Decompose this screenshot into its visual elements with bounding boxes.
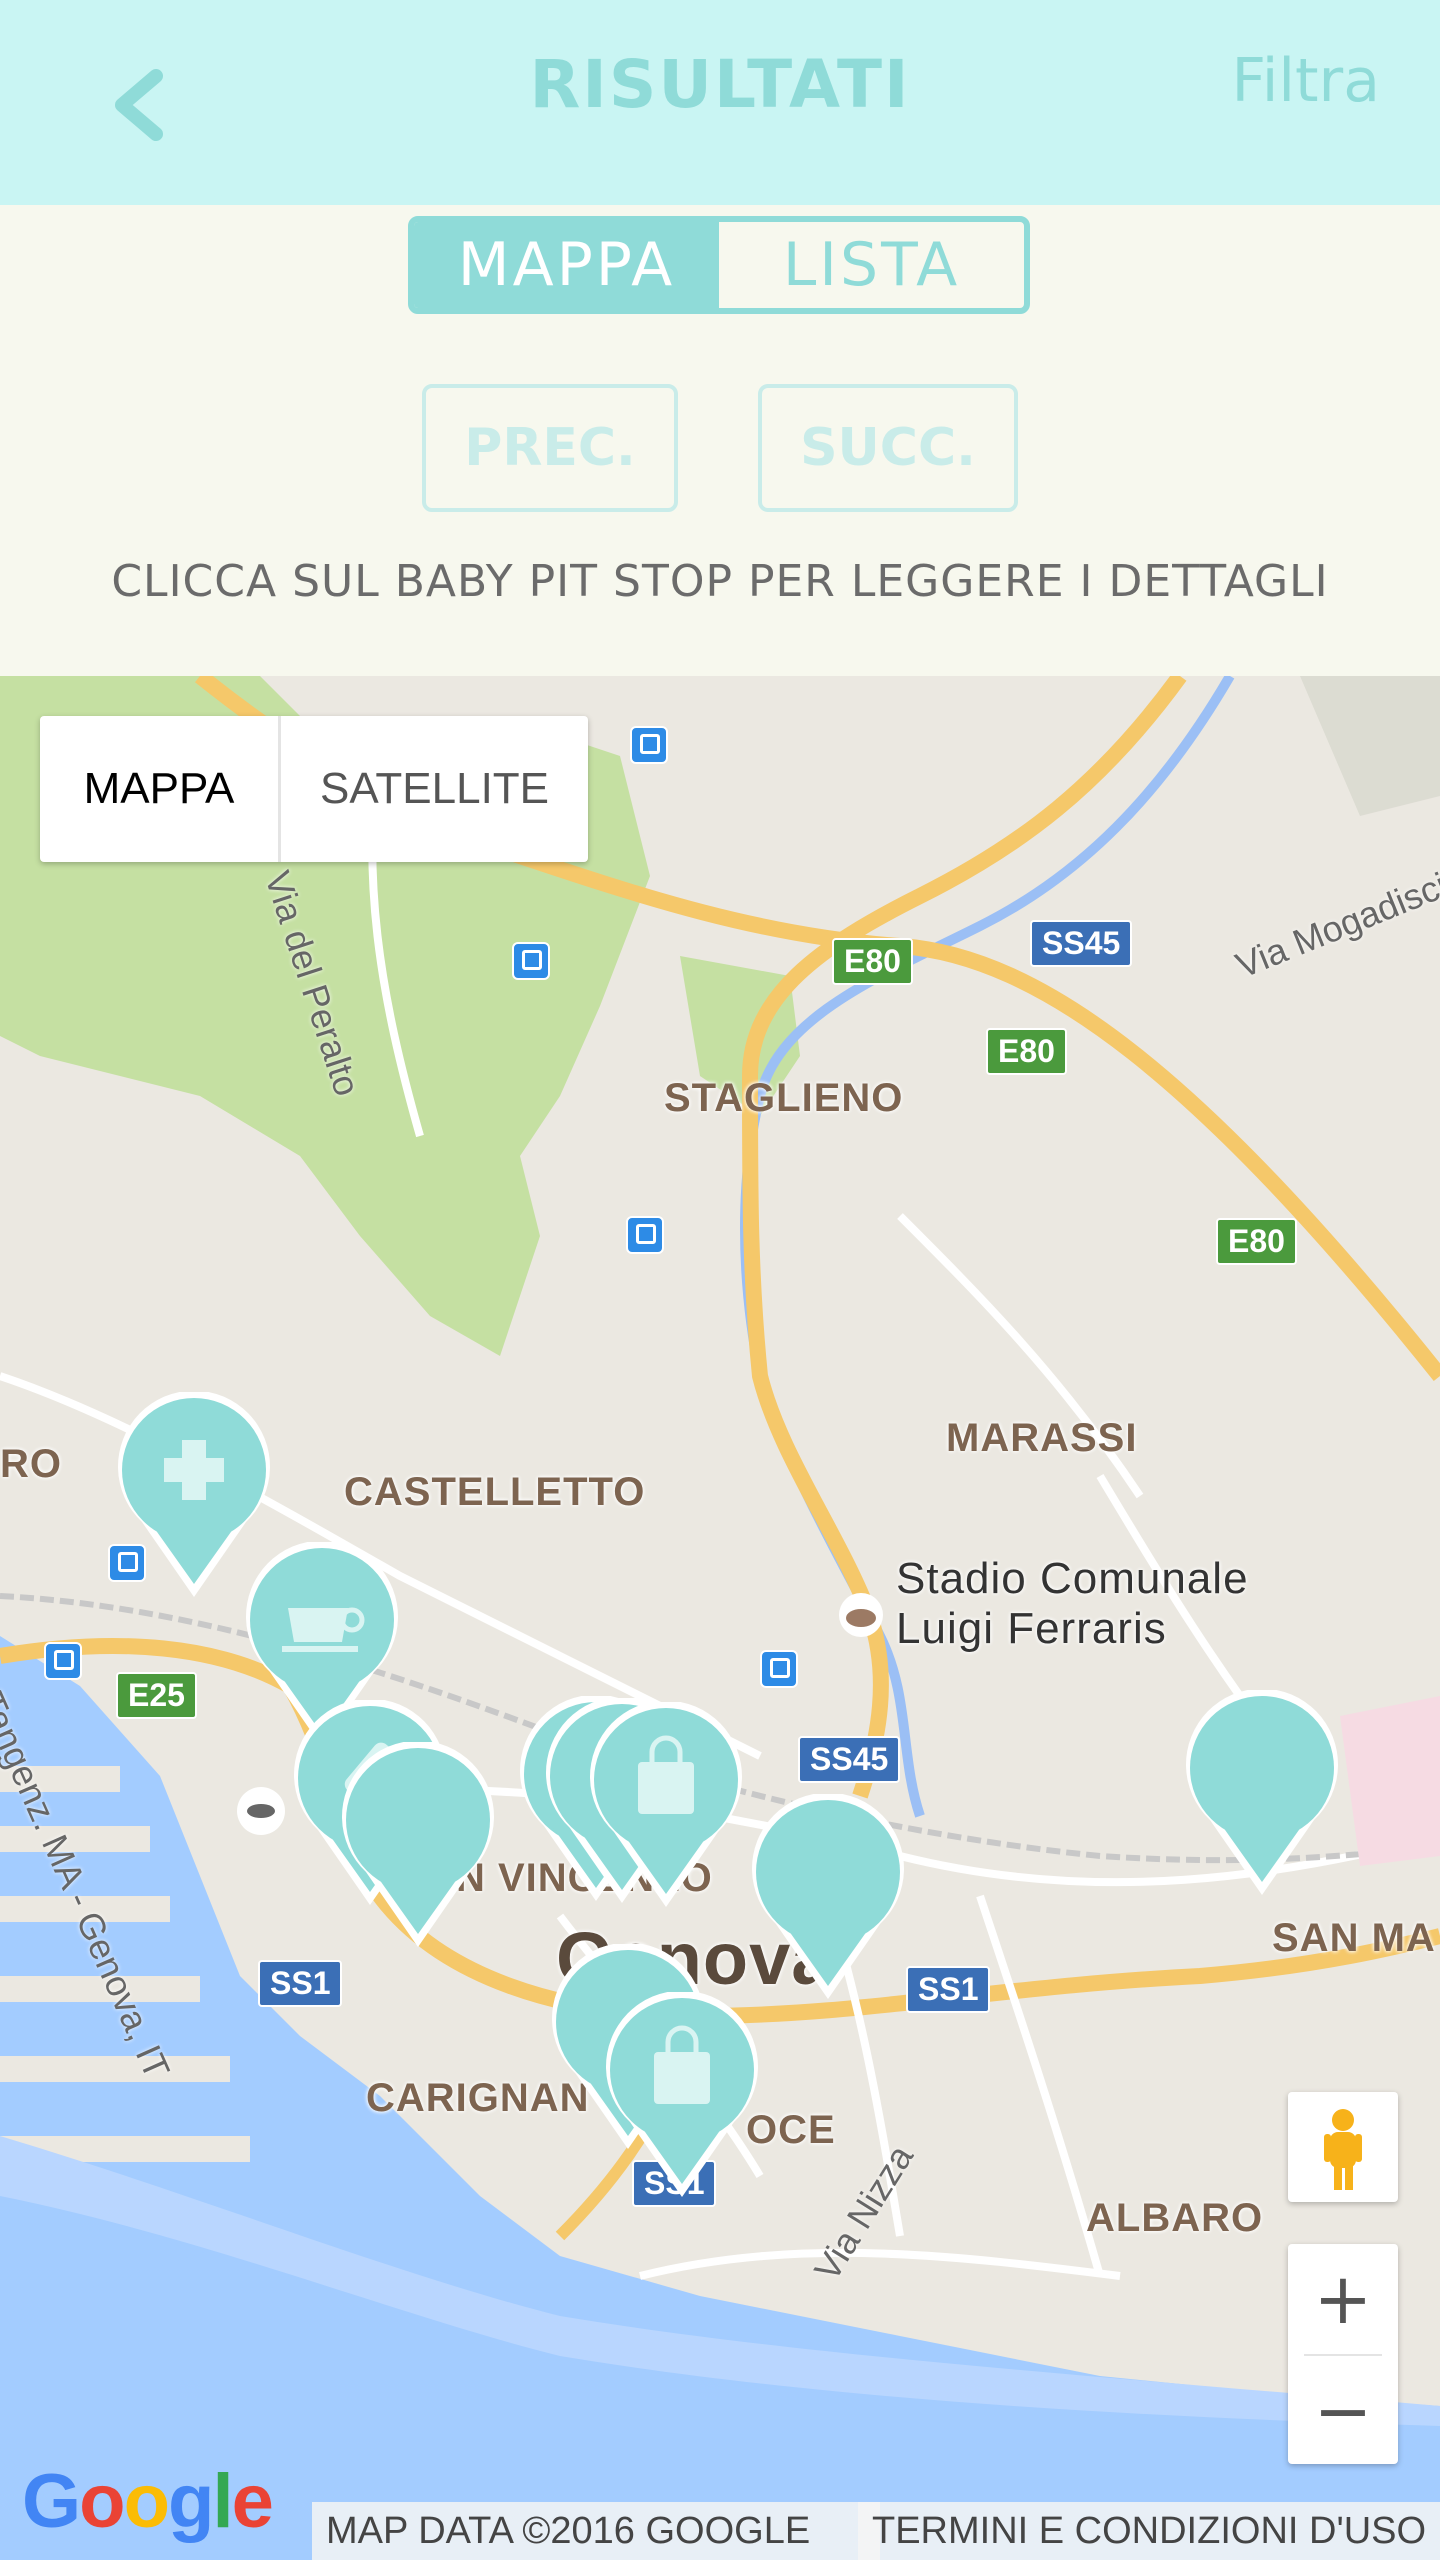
page-title: RISULTATI — [529, 46, 911, 123]
road-shield-ss1: SS1 — [258, 1960, 343, 2007]
filter-button[interactable]: Filtra — [1232, 46, 1380, 116]
map-type-control: MAPPA SATELLITE — [40, 716, 588, 862]
zoom-in-button[interactable]: + — [1288, 2244, 1398, 2354]
map-base — [0, 676, 1440, 2560]
street-view-pegman[interactable] — [1288, 2092, 1398, 2202]
prev-button[interactable]: PREC. — [422, 384, 678, 512]
road-shield-e25: E25 — [116, 1672, 197, 1719]
map-pin[interactable] — [1182, 1690, 1342, 1900]
app-header: RISULTATI Filtra — [0, 0, 1440, 205]
bus-stop-icon — [630, 726, 668, 764]
map-type-map-button[interactable]: MAPPA — [40, 716, 281, 862]
map-type-satellite-button[interactable]: SATELLITE — [281, 716, 588, 862]
next-button[interactable]: SUCC. — [758, 384, 1018, 512]
google-logo: Google — [22, 2459, 274, 2544]
map-pin[interactable] — [338, 1742, 498, 1952]
header-wave-divider — [0, 180, 1440, 197]
view-toggle: MAPPA LISTA — [408, 216, 1030, 314]
map-attribution: MAP DATA ©2016 GOOGLE — [312, 2502, 880, 2560]
place-label-stadio-1: Stadio Comunale — [896, 1554, 1249, 1603]
road-shield-ss1: SS1 — [906, 1966, 991, 2013]
terms-link[interactable]: TERMINI E CONDIZIONI D'USO — [858, 2502, 1440, 2560]
bus-stop-icon — [512, 942, 550, 980]
place-label-san-martino: SAN MA — [1272, 1916, 1436, 1960]
map-view[interactable]: STAGLIENO MARASSI CASTELLETTO RO Stadio … — [0, 676, 1440, 2560]
stadium-icon — [839, 1593, 883, 1637]
road-shield-ss45: SS45 — [798, 1736, 901, 1783]
zoom-out-button[interactable]: − — [1288, 2356, 1398, 2466]
map-pin-shop[interactable] — [586, 1702, 746, 1912]
place-label-albaro: ALBARO — [1086, 2196, 1264, 2240]
place-label-stadio-2: Luigi Ferraris — [896, 1604, 1167, 1653]
tab-list[interactable]: LISTA — [719, 222, 1024, 308]
place-label-staglieno: STAGLIENO — [664, 1076, 904, 1120]
aquarium-icon — [237, 1787, 285, 1835]
road-shield-ss45: SS45 — [1030, 920, 1133, 967]
bus-stop-icon — [44, 1642, 82, 1680]
bus-stop-icon — [760, 1650, 798, 1688]
zoom-control: + − — [1288, 2244, 1398, 2464]
map-pin[interactable] — [748, 1794, 908, 2004]
place-label-marassi: MARASSI — [946, 1416, 1138, 1460]
place-label-castelletto: CASTELLETTO — [344, 1470, 646, 1514]
road-shield-e80: E80 — [986, 1028, 1067, 1075]
bus-stop-icon — [626, 1216, 664, 1254]
place-label-oro: RO — [0, 1442, 62, 1486]
map-pin-shop[interactable] — [602, 1992, 762, 2202]
road-shield-e80: E80 — [832, 938, 913, 985]
tab-map[interactable]: MAPPA — [414, 222, 719, 308]
pegman-icon — [1324, 2109, 1362, 2190]
road-shield-e80: E80 — [1216, 1218, 1297, 1265]
instruction-text: CLICCA SUL BABY PIT STOP PER LEGGERE I D… — [111, 556, 1329, 607]
